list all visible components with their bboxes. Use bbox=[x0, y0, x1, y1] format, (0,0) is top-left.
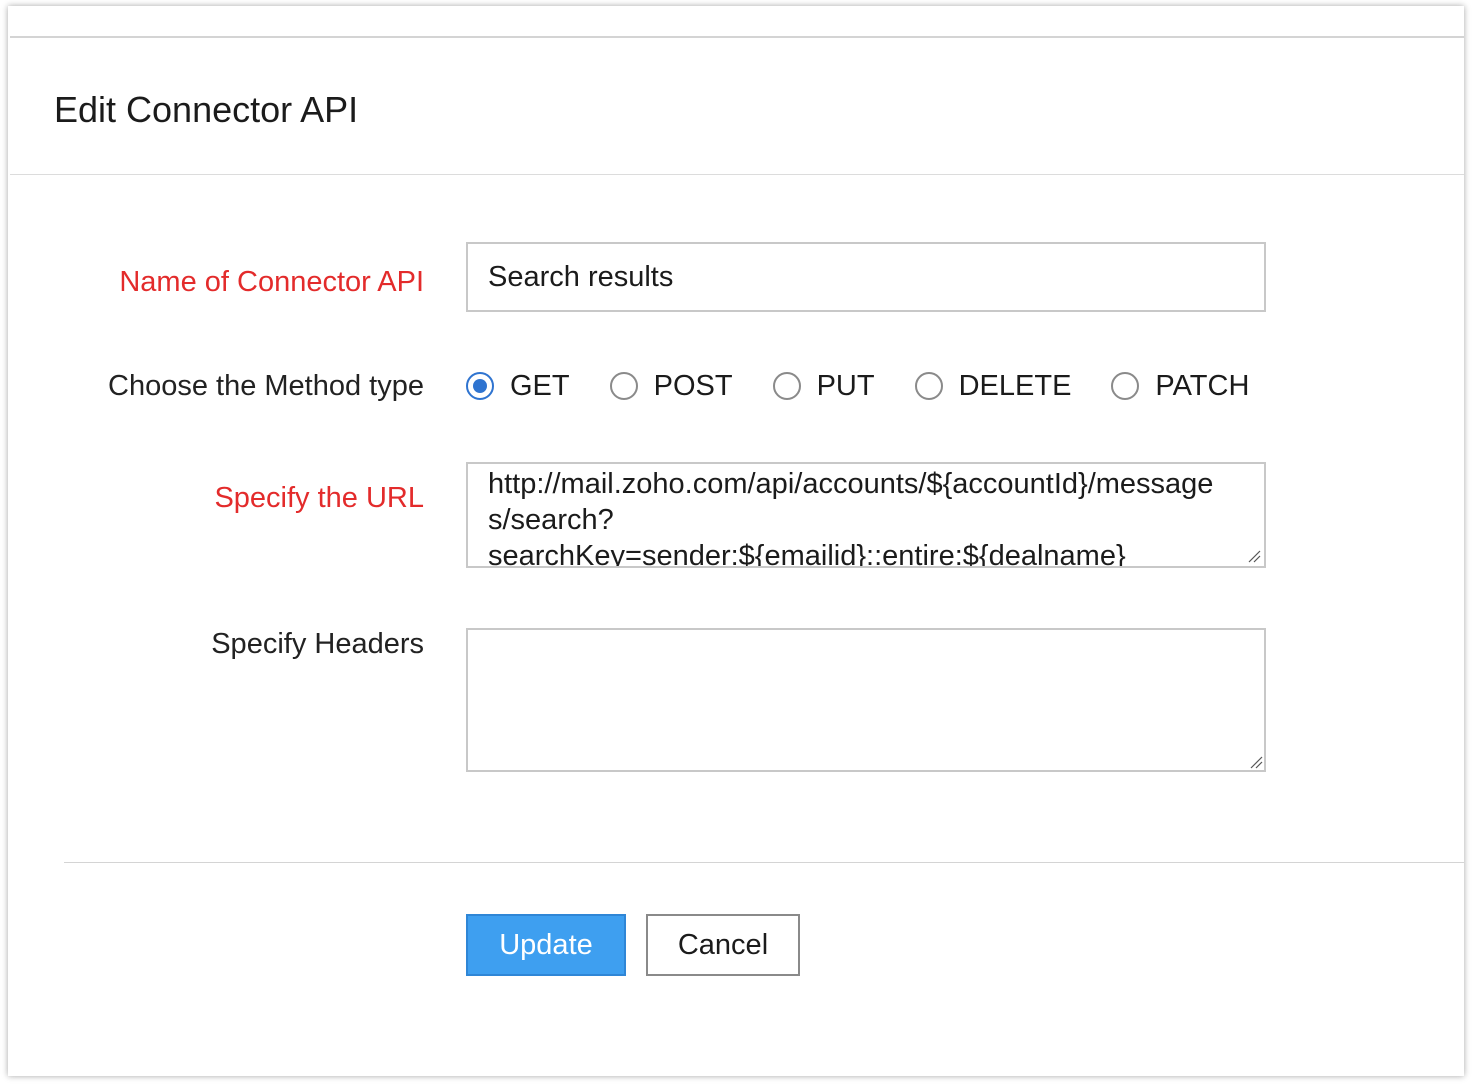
method-option-patch[interactable]: PATCH bbox=[1111, 368, 1249, 404]
radio-post-label: POST bbox=[653, 370, 733, 402]
url-textarea[interactable]: http://mail.zoho.com/api/accounts/${acco… bbox=[466, 462, 1266, 568]
edit-connector-dialog: Edit Connector API Name of Connector API… bbox=[8, 6, 1464, 1076]
radio-post[interactable] bbox=[609, 372, 638, 400]
headers-label: Specify Headers bbox=[211, 628, 424, 660]
radio-get[interactable] bbox=[466, 372, 494, 400]
top-divider bbox=[10, 36, 1464, 38]
headers-textarea[interactable] bbox=[466, 628, 1266, 772]
url-line-3: searchKey=sender:${emailid}::entire:${de… bbox=[488, 540, 1126, 568]
update-button[interactable]: Update bbox=[466, 914, 626, 976]
radio-patch[interactable] bbox=[1111, 372, 1140, 400]
dialog-title: Edit Connector API bbox=[54, 89, 359, 130]
radio-get-label: GET bbox=[510, 370, 570, 402]
footer-divider bbox=[64, 862, 1464, 863]
url-label: Specify the URL bbox=[214, 482, 424, 514]
radio-put-label: PUT bbox=[816, 370, 875, 402]
method-option-post[interactable]: POST bbox=[609, 368, 733, 404]
resize-grip-icon[interactable] bbox=[1247, 549, 1261, 563]
radio-delete-label: DELETE bbox=[958, 370, 1072, 402]
method-label: Choose the Method type bbox=[108, 370, 424, 402]
radio-delete[interactable] bbox=[914, 372, 943, 400]
url-line-1: http://mail.zoho.com/api/accounts/${acco… bbox=[488, 468, 1214, 500]
url-line-2: s/search? bbox=[488, 504, 614, 536]
radio-put[interactable] bbox=[772, 372, 801, 400]
header-divider bbox=[10, 174, 1464, 175]
radio-patch-label: PATCH bbox=[1155, 370, 1250, 402]
method-radio-group: GET POST PUT DELETE PATCH bbox=[466, 366, 1289, 406]
resize-grip-icon[interactable] bbox=[1249, 755, 1263, 769]
method-option-get[interactable]: GET bbox=[466, 368, 570, 404]
cancel-button[interactable]: Cancel bbox=[646, 914, 800, 976]
method-option-delete[interactable]: DELETE bbox=[914, 368, 1072, 404]
name-label: Name of Connector API bbox=[119, 266, 424, 298]
method-option-put[interactable]: PUT bbox=[772, 368, 875, 404]
connector-name-input[interactable]: Search results bbox=[466, 242, 1266, 312]
